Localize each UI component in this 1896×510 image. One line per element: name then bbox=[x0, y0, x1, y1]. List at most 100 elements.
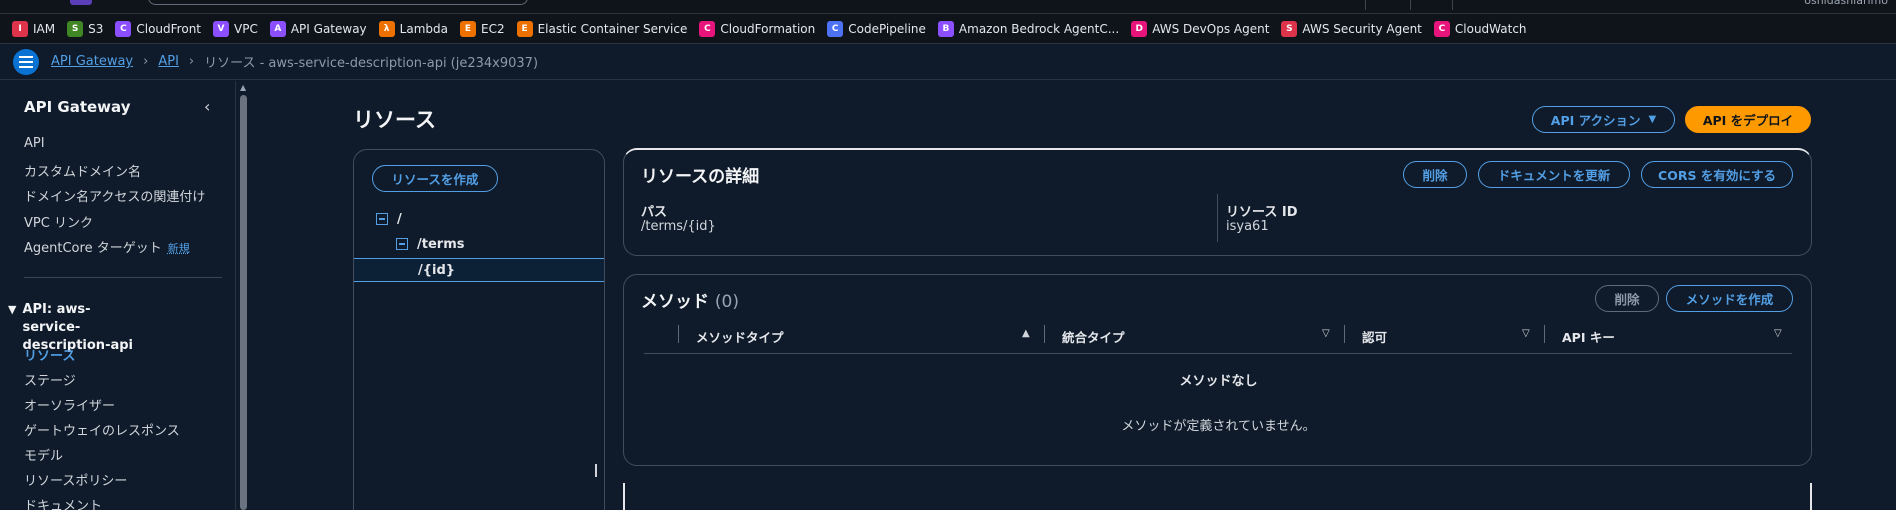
favorite-devops-agent[interactable]: D AWS DevOps Agent bbox=[1131, 20, 1276, 37]
update-documentation-button[interactable]: ドキュメントを更新 bbox=[1478, 161, 1630, 188]
sidebar: API Gateway ‹ API カスタムドメイン名 ドメイン名アクセスの関連… bbox=[0, 81, 236, 510]
column-header-integration-type[interactable]: 統合タイプ bbox=[1062, 327, 1125, 346]
cloudformation-icon: C bbox=[699, 20, 716, 37]
menu-icon[interactable] bbox=[13, 48, 39, 75]
sidebar-item-domain-access[interactable]: ドメイン名アクセスの関連付け bbox=[24, 186, 205, 205]
resource-tree-panel: リソースを作成 / /terms /{id} bbox=[353, 149, 605, 510]
sidebar-item-gateway-responses[interactable]: ゲートウェイのレスポンス bbox=[24, 420, 180, 439]
column-header-method-type[interactable]: メソッドタイプ bbox=[696, 327, 784, 346]
favorite-ec2[interactable]: E EC2 bbox=[459, 20, 512, 37]
iam-icon: I bbox=[12, 20, 28, 37]
favorite-label: CloudFront bbox=[136, 21, 202, 36]
favorite-cloudwatch[interactable]: C CloudWatch bbox=[1433, 20, 1534, 37]
scroll-up-icon[interactable]: ▲ bbox=[240, 83, 246, 92]
divider bbox=[1452, 0, 1453, 10]
column-header-authorization[interactable]: 認可 bbox=[1362, 327, 1387, 346]
search-input[interactable] bbox=[148, 0, 528, 5]
new-badge: 新規 bbox=[167, 242, 190, 255]
breadcrumb-bar: API Gateway › API › リソース - aws-service-d… bbox=[0, 44, 1896, 80]
favorite-label: S3 bbox=[88, 21, 104, 36]
bedrock-icon: B bbox=[937, 20, 954, 37]
sidebar-item-custom-domain[interactable]: カスタムドメイン名 bbox=[24, 161, 141, 180]
deploy-api-button[interactable]: API をデプロイ bbox=[1685, 106, 1811, 133]
sidebar-item-resources[interactable]: リソース bbox=[24, 345, 75, 364]
delete-resource-button[interactable]: 削除 bbox=[1403, 161, 1467, 188]
user-menu[interactable]: oshidashiarimo bbox=[1804, 0, 1888, 7]
breadcrumb-api-gateway[interactable]: API Gateway bbox=[51, 54, 133, 69]
create-resource-button[interactable]: リソースを作成 bbox=[372, 165, 498, 192]
api-actions-button[interactable]: API アクション ▼ bbox=[1532, 106, 1675, 133]
top-navigation: oshidashiarimo bbox=[0, 0, 1896, 14]
favorite-label: AWS Security Agent bbox=[1302, 21, 1422, 36]
favorite-label: Amazon Bedrock AgentC... bbox=[958, 21, 1120, 36]
favorite-security-agent[interactable]: S AWS Security Agent bbox=[1281, 20, 1428, 37]
favorite-iam[interactable]: I IAM bbox=[12, 20, 62, 37]
favorite-vpc[interactable]: V VPC bbox=[213, 20, 265, 37]
cloudfront-icon: C bbox=[115, 20, 132, 37]
resize-handle[interactable] bbox=[595, 464, 597, 477]
resource-id-label: リソース ID bbox=[1226, 205, 1298, 220]
favorite-label: IAM bbox=[33, 21, 56, 36]
tree-node-label: /terms bbox=[417, 236, 465, 252]
sidebar-item-models[interactable]: モデル bbox=[24, 445, 63, 464]
favorite-s3[interactable]: S S3 bbox=[67, 20, 110, 37]
favorite-label: Lambda bbox=[399, 21, 448, 36]
chevron-right-icon: › bbox=[188, 54, 195, 69]
sidebar-item-vpc-link[interactable]: VPC リンク bbox=[24, 212, 93, 231]
collapse-icon[interactable] bbox=[376, 213, 388, 225]
favorite-api-gateway[interactable]: A API Gateway bbox=[269, 20, 374, 37]
divider bbox=[1365, 0, 1366, 10]
table-header-divider bbox=[644, 353, 1792, 354]
chevron-left-icon[interactable]: ‹ bbox=[204, 97, 210, 116]
favorite-codepipeline[interactable]: C CodePipeline bbox=[827, 20, 933, 37]
tree-node-id[interactable]: /{id} bbox=[354, 258, 604, 282]
favorite-bedrock[interactable]: B Amazon Bedrock AgentC... bbox=[937, 20, 1126, 37]
methods-panel: メソッド (0) 削除 メソッドを作成 メソッドタイプ ▲ 統合タイプ ▽ 認可… bbox=[623, 274, 1812, 466]
divider bbox=[1410, 0, 1411, 10]
scrollbar-thumb[interactable] bbox=[240, 95, 247, 510]
breadcrumb-current: リソース - aws-service-description-api (je23… bbox=[204, 56, 539, 71]
sidebar-scrollbar[interactable]: ▲ bbox=[238, 81, 249, 510]
sidebar-item-documentation[interactable]: ドキュメント bbox=[24, 495, 102, 510]
sort-icon[interactable]: ▽ bbox=[1322, 328, 1330, 339]
column-header-api-key[interactable]: API キー bbox=[1562, 327, 1615, 346]
tree-node-terms[interactable]: /terms bbox=[354, 232, 604, 256]
sidebar-item-stages[interactable]: ステージ bbox=[24, 370, 76, 389]
s3-icon: S bbox=[67, 20, 84, 37]
favorite-lambda[interactable]: λ Lambda bbox=[378, 20, 455, 37]
vpc-icon: V bbox=[213, 20, 230, 37]
methods-heading: メソッド (0) bbox=[641, 287, 739, 312]
ec2-icon: E bbox=[459, 20, 476, 37]
sidebar-item-label: AgentCore ターゲット bbox=[24, 241, 162, 256]
api-gateway-icon: A bbox=[269, 20, 286, 37]
enable-cors-button[interactable]: CORS を有効にする bbox=[1641, 161, 1793, 188]
sidebar-item-api[interactable]: API bbox=[24, 136, 45, 151]
lambda-icon: λ bbox=[378, 20, 395, 37]
sort-ascending-icon[interactable]: ▲ bbox=[1022, 328, 1030, 339]
sidebar-title: API Gateway bbox=[24, 98, 131, 116]
chevron-right-icon: › bbox=[143, 54, 149, 69]
sidebar-item-agentcore[interactable]: AgentCore ターゲット 新規 bbox=[24, 237, 190, 256]
favorite-cloudfront[interactable]: C CloudFront bbox=[115, 20, 208, 37]
favorite-label: EC2 bbox=[480, 21, 505, 36]
favorite-label: CloudFormation bbox=[720, 21, 816, 36]
aws-logo-icon[interactable] bbox=[70, 0, 92, 5]
favorite-cloudformation[interactable]: C CloudFormation bbox=[699, 20, 822, 37]
sidebar-item-authorizers[interactable]: オーソライザー bbox=[24, 395, 115, 414]
column-divider bbox=[1044, 325, 1045, 343]
favorite-label: CodePipeline bbox=[848, 21, 926, 36]
favorite-label: CloudWatch bbox=[1454, 21, 1527, 36]
breadcrumb-api[interactable]: API bbox=[158, 54, 179, 69]
divider bbox=[24, 277, 222, 278]
devops-agent-icon: D bbox=[1131, 20, 1148, 37]
create-method-button[interactable]: メソッドを作成 bbox=[1666, 285, 1793, 312]
collapse-icon[interactable] bbox=[396, 238, 408, 250]
favorite-ecs[interactable]: E Elastic Container Service bbox=[516, 20, 695, 37]
sort-icon[interactable]: ▽ bbox=[1522, 328, 1530, 339]
security-agent-icon: S bbox=[1281, 20, 1298, 37]
delete-method-button[interactable]: 削除 bbox=[1595, 285, 1659, 312]
tree-node-root[interactable]: / bbox=[354, 207, 604, 231]
page-title: リソース bbox=[353, 108, 436, 132]
sidebar-item-resource-policy[interactable]: リソースポリシー bbox=[24, 470, 127, 489]
sort-icon[interactable]: ▽ bbox=[1774, 328, 1782, 339]
